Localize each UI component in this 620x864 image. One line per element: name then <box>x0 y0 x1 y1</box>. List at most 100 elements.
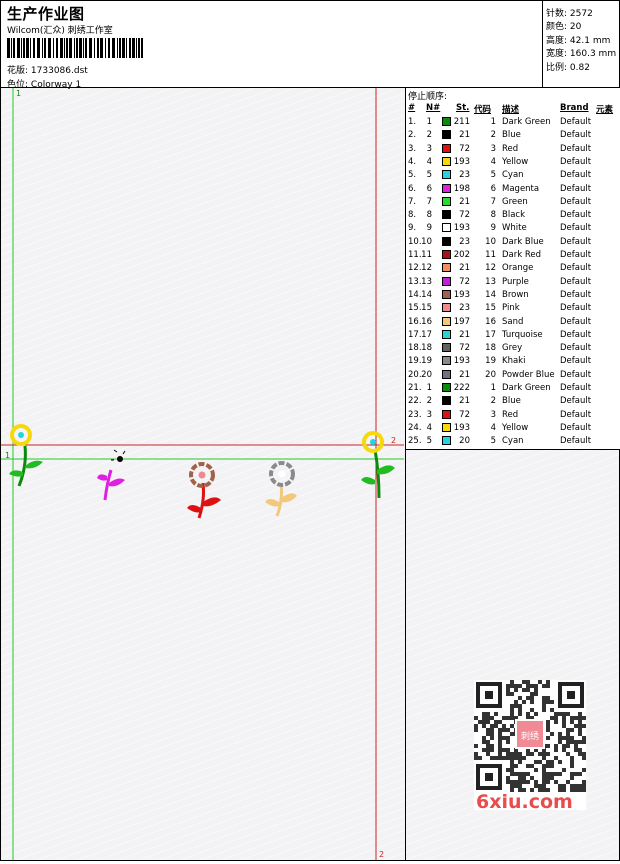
row-description: Yellow <box>502 156 529 167</box>
row-stitches: 72 <box>459 276 470 287</box>
col-stitch-header: St. <box>456 103 470 113</box>
row-needle: 15 <box>421 303 432 314</box>
worksheet-title: 生产作业图 <box>7 5 85 23</box>
stat-stitches: 针数: 2572 <box>546 6 593 19</box>
marker-1-left: 1 <box>5 451 10 460</box>
row-stitches: 72 <box>459 343 470 354</box>
row-brand: Default <box>560 196 592 207</box>
row-code: 17 <box>485 329 496 340</box>
row-stitches: 23 <box>459 236 470 247</box>
row-description: Purple <box>502 276 529 287</box>
stat-scale: 比例: 0.82 <box>546 60 590 73</box>
row-stitches: 197 <box>453 316 470 327</box>
row-brand: Default <box>560 409 592 420</box>
row-index: 5. <box>408 170 417 181</box>
row-brand: Default <box>560 130 592 141</box>
row-description: Dark Blue <box>502 236 544 247</box>
qr-badge-text: 刺绣 <box>521 730 539 742</box>
row-needle: 18 <box>421 343 432 354</box>
row-code: 2 <box>490 130 496 141</box>
design-preview[interactable]: 1 1 2 2 <box>1 88 404 860</box>
row-stitches: 20 <box>459 436 470 447</box>
row-code: 12 <box>485 263 496 274</box>
row-stitches: 193 <box>453 289 470 300</box>
row-stitches: 21 <box>459 329 470 340</box>
row-code: 1 <box>490 383 496 393</box>
marker-1-top: 1 <box>16 89 21 98</box>
row-description: Pink <box>502 303 520 314</box>
row-brand: Default <box>560 316 592 327</box>
row-brand: Default <box>560 223 592 234</box>
flower-magenta <box>97 449 126 501</box>
stop-sequence-title: 停止顺序: <box>408 92 448 102</box>
row-brand: Default <box>560 156 592 167</box>
row-needle: 8 <box>426 210 432 221</box>
row-code: 19 <box>485 356 496 367</box>
production-worksheet: 生产作业图 Wilcom(汇众) 刺绣工作室 花版: 1733086.dst 色… <box>0 0 620 861</box>
row-brand: Default <box>560 343 592 354</box>
row-brand: Default <box>560 383 592 393</box>
row-description: Yellow <box>502 422 529 433</box>
stat-label: 高度: <box>546 36 568 46</box>
marker-2-right: 2 <box>391 436 396 445</box>
row-needle: 1 <box>426 117 432 127</box>
row-needle: 19 <box>421 356 432 367</box>
row-brand: Default <box>560 117 592 127</box>
row-code: 14 <box>485 289 496 300</box>
row-brand: Default <box>560 396 592 407</box>
row-stitches: 193 <box>453 156 470 167</box>
row-needle: 13 <box>421 276 432 287</box>
row-code: 9 <box>490 223 496 234</box>
stop-sequence-panel: 停止顺序: # N# St. 代码 描述 Brand 元素 1. 1 211 1 Dar… <box>406 88 620 450</box>
row-brand: Default <box>560 329 592 340</box>
row-index: 2. <box>408 130 417 141</box>
row-stitches: 193 <box>453 223 470 234</box>
row-needle: 7 <box>426 196 432 207</box>
stat-height: 高度: 42.1 mm <box>546 33 610 46</box>
row-index: 8. <box>408 210 417 221</box>
row-code: 18 <box>485 343 496 354</box>
row-description: Red <box>502 143 519 154</box>
row-stitches: 193 <box>453 422 470 433</box>
preview-canvas: 1 1 2 2 <box>1 88 404 860</box>
row-index: 3. <box>408 143 417 154</box>
row-description: Dark Green <box>502 383 551 393</box>
flower-yellow-right <box>361 431 395 499</box>
row-stitches: 198 <box>453 183 470 194</box>
site-logo: 6xiu.com <box>476 791 573 813</box>
row-brand: Default <box>560 356 592 367</box>
flower-grey-sand <box>265 461 297 517</box>
row-index: 4. <box>408 156 417 167</box>
row-brand: Default <box>560 289 592 300</box>
stat-label: 比例: <box>546 63 568 73</box>
row-stitches: 21 <box>459 130 470 141</box>
row-code: 13 <box>485 276 496 287</box>
row-code: 2 <box>490 396 496 407</box>
design-info: 花版: 1733086.dst <box>7 63 88 76</box>
design-label: 花版: <box>7 66 29 76</box>
row-index: 1. <box>408 117 417 127</box>
row-code: 20 <box>485 369 496 380</box>
row-stitches: 21 <box>459 396 470 407</box>
row-needle: 3 <box>426 409 432 420</box>
row-brand: Default <box>560 422 592 433</box>
row-description: Khaki <box>502 356 526 367</box>
row-description: Dark Red <box>502 250 542 260</box>
row-stitches: 202 <box>453 250 470 260</box>
stat-width: 宽度: 160.3 mm <box>546 46 616 59</box>
row-code: 10 <box>485 236 496 247</box>
row-needle: 3 <box>426 143 432 154</box>
col-code-header: 代码 <box>474 105 492 115</box>
col-index-header: # <box>408 103 416 113</box>
row-stitches: 23 <box>459 303 470 314</box>
row-needle: 2 <box>426 396 432 407</box>
row-stitches: 72 <box>459 409 470 420</box>
row-description: Powder Blue <box>502 369 555 380</box>
row-code: 1 <box>490 117 496 127</box>
barcode-icon <box>7 38 143 58</box>
row-brand: Default <box>560 210 592 221</box>
row-brand: Default <box>560 143 592 154</box>
row-brand: Default <box>560 236 592 247</box>
row-description: Black <box>502 210 525 221</box>
marker-2-bottom: 2 <box>379 850 384 859</box>
